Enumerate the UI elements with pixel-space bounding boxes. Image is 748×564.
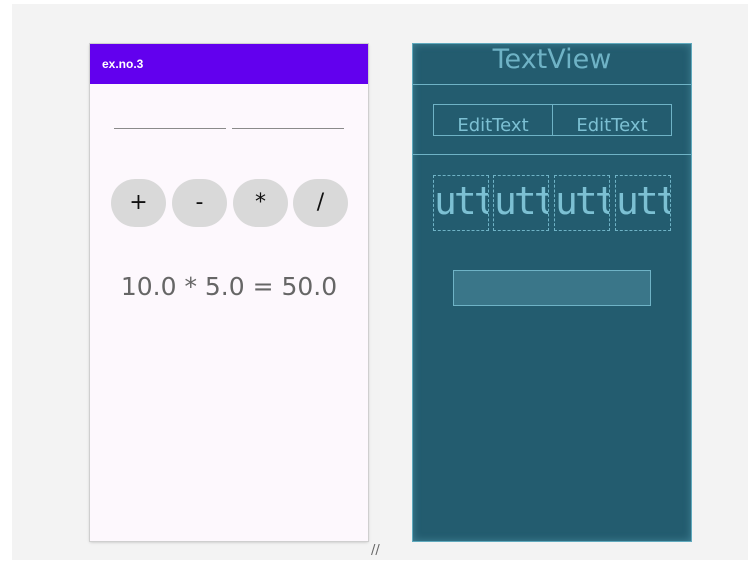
divide-button[interactable]: / xyxy=(293,179,348,227)
blueprint-textview[interactable]: TextView xyxy=(413,44,691,85)
blueprint-divider xyxy=(413,154,691,155)
blueprint-preview: TextView EditText EditText utto utto utt… xyxy=(413,44,691,541)
blueprint-button-2[interactable]: utto xyxy=(493,175,549,231)
subtract-button[interactable]: - xyxy=(172,179,227,227)
add-button[interactable]: + xyxy=(111,179,166,227)
second-number-field[interactable] xyxy=(232,128,344,129)
resize-grip-icon[interactable]: // xyxy=(371,543,387,559)
multiply-button[interactable]: * xyxy=(233,179,288,227)
blueprint-button-1[interactable]: utto xyxy=(433,175,489,231)
blueprint-edittext-1[interactable]: EditText xyxy=(433,104,553,136)
first-number-field[interactable] xyxy=(114,128,226,129)
result-text: 10.0 * 5.0 = 50.0 xyxy=(120,272,338,301)
app-bar-title: ex.no.3 xyxy=(102,57,144,71)
blueprint-button-3[interactable]: utto xyxy=(554,175,610,231)
blueprint-button-4[interactable]: utto xyxy=(615,175,671,231)
app-bar: ex.no.3 xyxy=(90,44,368,84)
blueprint-result-textview[interactable] xyxy=(453,270,651,306)
blueprint-edittext-2[interactable]: EditText xyxy=(552,104,672,136)
design-preview-device: ex.no.3 + - * / 10.0 * 5.0 = 50.0 xyxy=(90,44,368,541)
